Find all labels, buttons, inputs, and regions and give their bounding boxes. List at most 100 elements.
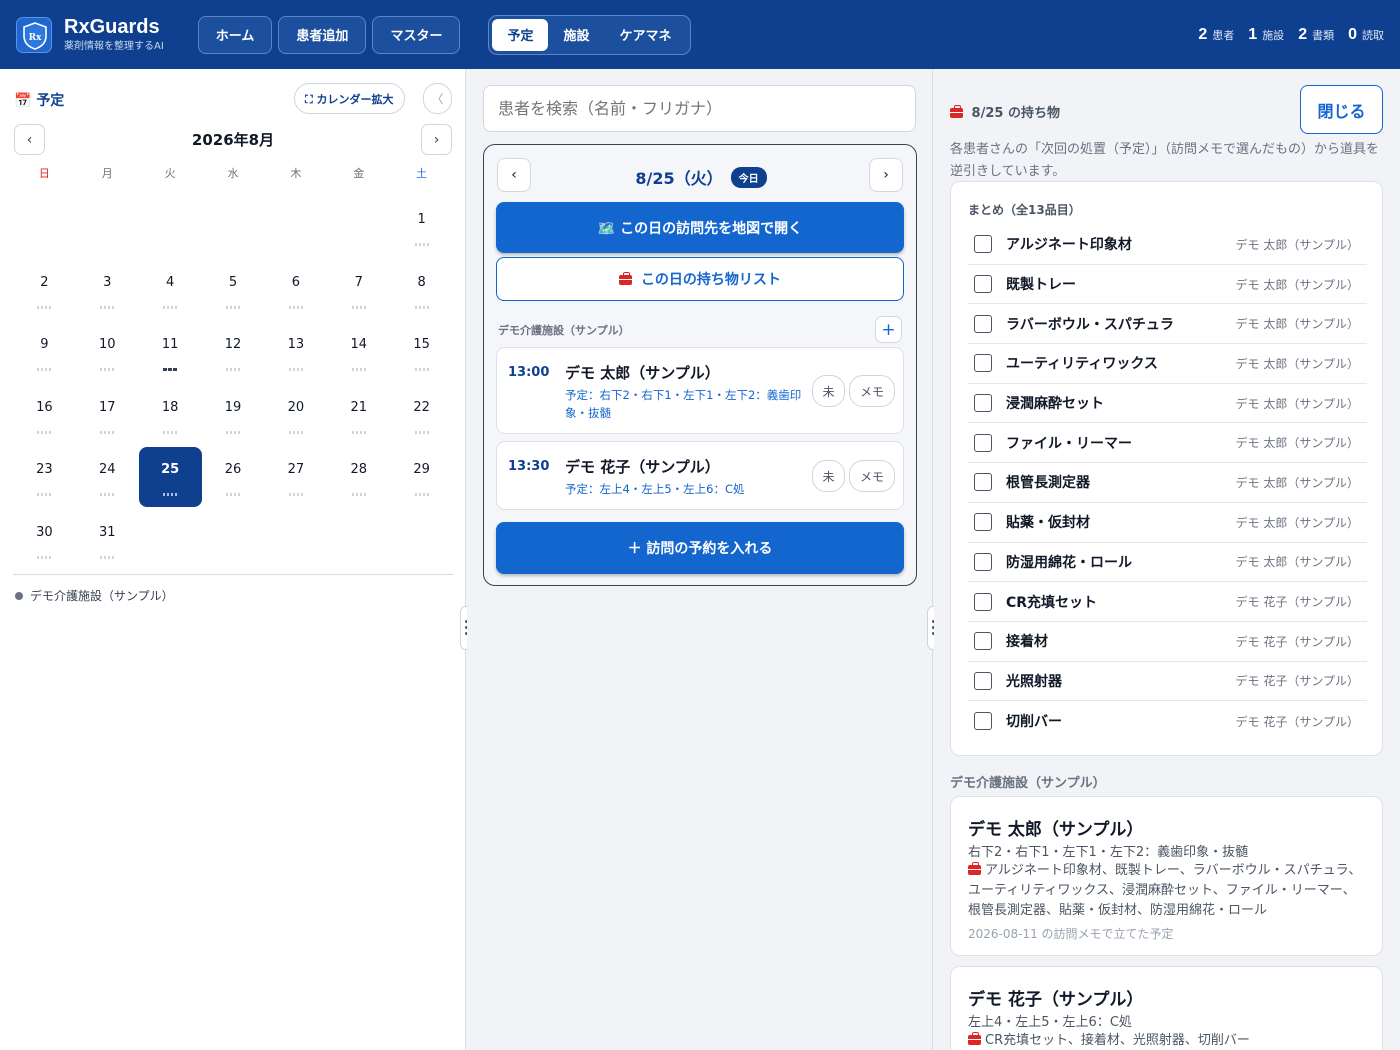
calendar-day[interactable]: 21 (327, 385, 390, 445)
packing-description: 各患者さんの「次回の処置（予定）」（訪問メモで選んだもの）から道具を逆引きしてい… (950, 142, 1380, 179)
tab-care-manager[interactable]: ケアマネ (604, 19, 686, 51)
tab-schedule[interactable]: 予定 (492, 18, 549, 51)
packing-item[interactable]: ユーティリティワックス デモ 太郎（サンプル） (968, 344, 1367, 384)
calendar-day[interactable]: 22 (390, 385, 453, 445)
calendar-day[interactable]: 14 (327, 322, 390, 382)
calendar-day[interactable]: 24 (76, 447, 139, 507)
item-checkbox[interactable] (974, 513, 992, 532)
calendar-day[interactable]: 20 (264, 385, 327, 445)
patient-search-input[interactable] (483, 85, 916, 132)
item-checkbox[interactable] (974, 712, 992, 731)
calendar-day[interactable]: 4 (139, 260, 202, 320)
visit-plan: 予定：右下2・右下1・左下1・左下2：義歯印象・抜髄 (565, 388, 802, 420)
calendar-day[interactable]: 18 (139, 385, 202, 445)
calendar-day[interactable]: 12 (202, 322, 265, 382)
next-day-button[interactable]: › (869, 158, 903, 192)
visit-status-button[interactable]: 未 (812, 375, 845, 407)
calendar-day[interactable]: 10 (76, 322, 139, 382)
packing-list-button[interactable]: この日の持ち物リスト (496, 257, 904, 301)
day-number: 24 (99, 462, 116, 478)
item-patient: デモ 太郎（サンプル） (1235, 396, 1359, 411)
packing-item[interactable]: 根管長測定器 デモ 太郎（サンプル） (968, 463, 1367, 503)
packing-item[interactable]: ラバーボウル・スパチュラ デモ 太郎（サンプル） (968, 304, 1367, 345)
calendar-day[interactable]: 29 (390, 447, 453, 507)
calendar-day[interactable]: 30 (13, 510, 76, 570)
item-checkbox[interactable] (974, 592, 992, 611)
calendar-day[interactable]: 23 (13, 447, 76, 507)
nav-home-button[interactable]: ホーム (197, 15, 273, 54)
calendar-day[interactable]: 7 (327, 260, 390, 320)
visit-indicator-icon (100, 368, 115, 372)
packing-item[interactable]: 既製トレー デモ 太郎（サンプル） (968, 265, 1367, 305)
visit-memo-button[interactable]: メモ (849, 375, 895, 407)
calendar-day[interactable]: 28 (327, 447, 390, 507)
item-checkbox[interactable] (974, 552, 992, 571)
packing-item[interactable]: アルジネート印象材 デモ 太郎（サンプル） (968, 225, 1367, 265)
visit-indicator-icon (37, 493, 52, 497)
packing-item[interactable]: 接着材 デモ 花子（サンプル） (968, 622, 1367, 662)
calendar-day[interactable]: 31 (76, 510, 139, 570)
visit-card[interactable]: 13:00 デモ 太郎（サンプル） 予定：右下2・右下1・左下1・左下2：義歯印… (496, 347, 904, 434)
day-number: 1 (417, 212, 426, 227)
packing-item[interactable]: 防湿用綿花・ロール デモ 太郎（サンプル） (968, 543, 1367, 583)
collapse-panel-button[interactable]: 〈 (423, 83, 452, 114)
nav-master-button[interactable]: マスター (372, 15, 461, 54)
calendar-day[interactable]: 27 (264, 447, 327, 507)
item-checkbox[interactable] (974, 394, 992, 413)
item-checkbox[interactable] (974, 433, 992, 452)
calendar-day[interactable]: 15 (390, 322, 453, 382)
calendar-day[interactable]: 3 (76, 260, 139, 320)
tab-facility[interactable]: 施設 (548, 19, 604, 51)
visit-patient-name[interactable]: デモ 太郎（サンプル） (565, 362, 720, 383)
calendar-grid: 日月火水木金土 1 2 3 4 5 6 7 8 9 10 11 12 13 14 15 16 17 18 19 20 2… (13, 165, 453, 573)
item-checkbox[interactable] (974, 275, 992, 294)
packing-item[interactable]: 切削バー デモ 花子（サンプル） (968, 701, 1367, 741)
shield-rx-icon[interactable]: Rx (16, 16, 52, 53)
stat-facilities: 1 施設 (1248, 25, 1285, 43)
calendar-day[interactable]: 5 (202, 260, 265, 320)
calendar-day[interactable]: 13 (264, 322, 327, 382)
calendar-day[interactable]: 8 (390, 260, 453, 320)
calendar-day[interactable]: 1 (390, 197, 453, 257)
packing-item[interactable]: 貼薬・仮封材 デモ 太郎（サンプル） (968, 503, 1367, 543)
calendar-day[interactable]: 16 (13, 385, 76, 445)
visit-memo-button[interactable]: メモ (849, 460, 895, 492)
calendar-day[interactable]: 2 (13, 260, 76, 320)
nav-add-patient-button[interactable]: 患者追加 (278, 15, 367, 54)
packing-item[interactable]: 光照射器 デモ 花子（サンプル） (968, 662, 1367, 702)
visit-patient-name[interactable]: デモ 花子（サンプル） (565, 456, 720, 477)
patient-name: デモ 花子（サンプル） (968, 990, 1144, 1010)
add-facility-visit-button[interactable]: + (875, 316, 902, 343)
patient-card: デモ 花子（サンプル） 左上4・左上5・左上6：C処 CR充填セット、接着材、光… (950, 966, 1383, 1050)
packing-item[interactable]: CR充填セット デモ 花子（サンプル） (968, 582, 1367, 622)
visit-card[interactable]: 13:30 デモ 花子（サンプル） 予定：左上4・左上5・左上6：C処 未 メモ (496, 441, 904, 510)
weekday-label: 水 (227, 167, 239, 180)
calendar-day[interactable]: 26 (202, 447, 265, 507)
open-map-button[interactable]: 🗺️ この日の訪問先を地図で開く (496, 202, 904, 253)
calendar-day[interactable]: 6 (264, 260, 327, 320)
weekday-label: 火 (164, 167, 176, 180)
calendar-expand-button[interactable]: ⛶ カレンダー拡大 (294, 83, 405, 114)
calendar-day[interactable]: 11 (139, 322, 202, 382)
add-visit-button[interactable]: ＋ 訪問の予約を入れる (496, 522, 904, 574)
item-checkbox[interactable] (974, 632, 992, 651)
item-patient: デモ 太郎（サンプル） (1235, 475, 1359, 490)
item-checkbox[interactable] (974, 314, 992, 333)
item-patient: デモ 花子（サンプル） (1235, 634, 1359, 649)
item-checkbox[interactable] (974, 354, 992, 373)
visit-status-button[interactable]: 未 (812, 460, 845, 492)
item-checkbox[interactable] (974, 235, 992, 254)
patient-card: デモ 太郎（サンプル） 右下2・右下1・左下1・左下2：義歯印象・抜髄 アルジネ… (950, 796, 1383, 956)
close-button[interactable]: 閉じる (1300, 85, 1383, 134)
item-name: ファイル・リーマー (1006, 435, 1132, 452)
next-month-button[interactable]: › (421, 124, 452, 155)
packing-item[interactable]: 浸潤麻酔セット デモ 太郎（サンプル） (968, 384, 1367, 424)
calendar-day[interactable]: 25 (138, 447, 202, 508)
item-checkbox[interactable] (974, 671, 992, 690)
calendar-day[interactable]: 17 (76, 385, 139, 445)
item-checkbox[interactable] (974, 473, 992, 492)
weekday-label: 月 (101, 167, 113, 180)
packing-item[interactable]: ファイル・リーマー デモ 太郎（サンプル） (968, 423, 1367, 464)
calendar-day[interactable]: 9 (13, 322, 76, 382)
calendar-day[interactable]: 19 (202, 385, 265, 445)
